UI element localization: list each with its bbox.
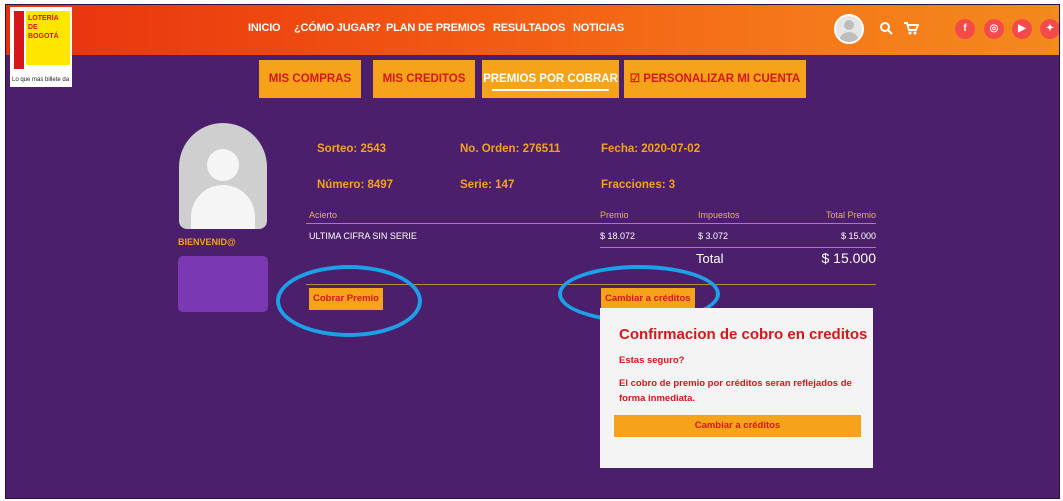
confirm-credit-dialog: Confirmacion de cobro en creditos Estas … — [600, 308, 873, 468]
highlight-ellipse-cobrar — [276, 265, 422, 337]
tab-mis-creditos[interactable]: MIS CREDITOS — [373, 60, 475, 98]
total-label: Total — [696, 251, 724, 266]
serie-label: Serie: 147 — [460, 179, 515, 191]
cell-total-premio: $ 15.000 — [840, 231, 876, 241]
total-divider — [600, 247, 876, 248]
user-avatar[interactable] — [834, 14, 864, 44]
fracciones-label: Fracciones: 3 — [601, 179, 676, 191]
nav-resultados[interactable]: RESULTADOS — [493, 22, 565, 34]
twitter-icon[interactable]: ✦ — [1040, 19, 1059, 39]
table-divider — [306, 223, 876, 224]
cart-icon[interactable] — [903, 21, 920, 38]
cell-acierto: ULTIMA CIFRA SIN SERIE — [309, 231, 417, 241]
tab-premios-por-cobrar[interactable]: PREMIOS POR COBRAR — [482, 60, 619, 98]
nav-noticias[interactable]: NOTICIAS — [573, 22, 624, 34]
tab-personalizar-mi-cuenta[interactable]: ☑ PERSONALIZAR MI CUENTA — [624, 60, 806, 98]
dialog-message: El cobro de premio por créditos seran re… — [619, 378, 852, 404]
cell-impuestos: $ 3.072 — [698, 231, 729, 241]
instagram-icon[interactable]: ◎ — [984, 19, 1004, 39]
nav-inicio[interactable]: INICIO — [248, 22, 281, 34]
nav-como-jugar[interactable]: ¿CÓMO JUGAR? — [294, 22, 381, 34]
dialog-title: Confirmacion de cobro en creditos — [619, 326, 868, 343]
header-acierto: Acierto — [309, 210, 338, 220]
header-total-premio: Total Premio — [825, 210, 876, 220]
header-premio: Premio — [600, 210, 629, 220]
facebook-icon[interactable]: f — [955, 19, 975, 39]
page-frame: INICIO ¿CÓMO JUGAR? PLAN DE PREMIOS RESU… — [5, 4, 1060, 499]
top-navigation-bar: INICIO ¿CÓMO JUGAR? PLAN DE PREMIOS RESU… — [6, 5, 1059, 55]
nav-plan-de-premios[interactable]: PLAN DE PREMIOS — [386, 22, 485, 34]
orden-label: No. Orden: 276511 — [460, 143, 561, 155]
tab-mis-compras[interactable]: MIS COMPRAS — [259, 60, 361, 98]
user-name-box — [178, 256, 268, 312]
cell-premio: $ 18.072 — [600, 231, 636, 241]
logo-tagline: Lo que más billete da — [12, 77, 70, 83]
welcome-label: BIENVENID@ — [178, 237, 236, 247]
numero-label: Número: 8497 — [317, 179, 394, 191]
dialog-question: Estas seguro? — [619, 355, 685, 366]
profile-avatar — [179, 123, 267, 229]
loteria-logo[interactable]: LOTERÍA DE BOGOTÁ Lo que más billete da — [10, 7, 72, 87]
fecha-label: Fecha: 2020-07-02 — [601, 143, 701, 155]
search-icon[interactable] — [879, 21, 893, 38]
header-impuestos: Impuestos — [698, 210, 740, 220]
total-value: $ 15.000 — [821, 250, 877, 266]
sorteo-label: Sorteo: 2543 — [317, 143, 387, 155]
confirm-cambiar-button[interactable]: Cambiar a créditos — [614, 415, 861, 437]
youtube-icon[interactable]: ▶ — [1012, 19, 1032, 39]
